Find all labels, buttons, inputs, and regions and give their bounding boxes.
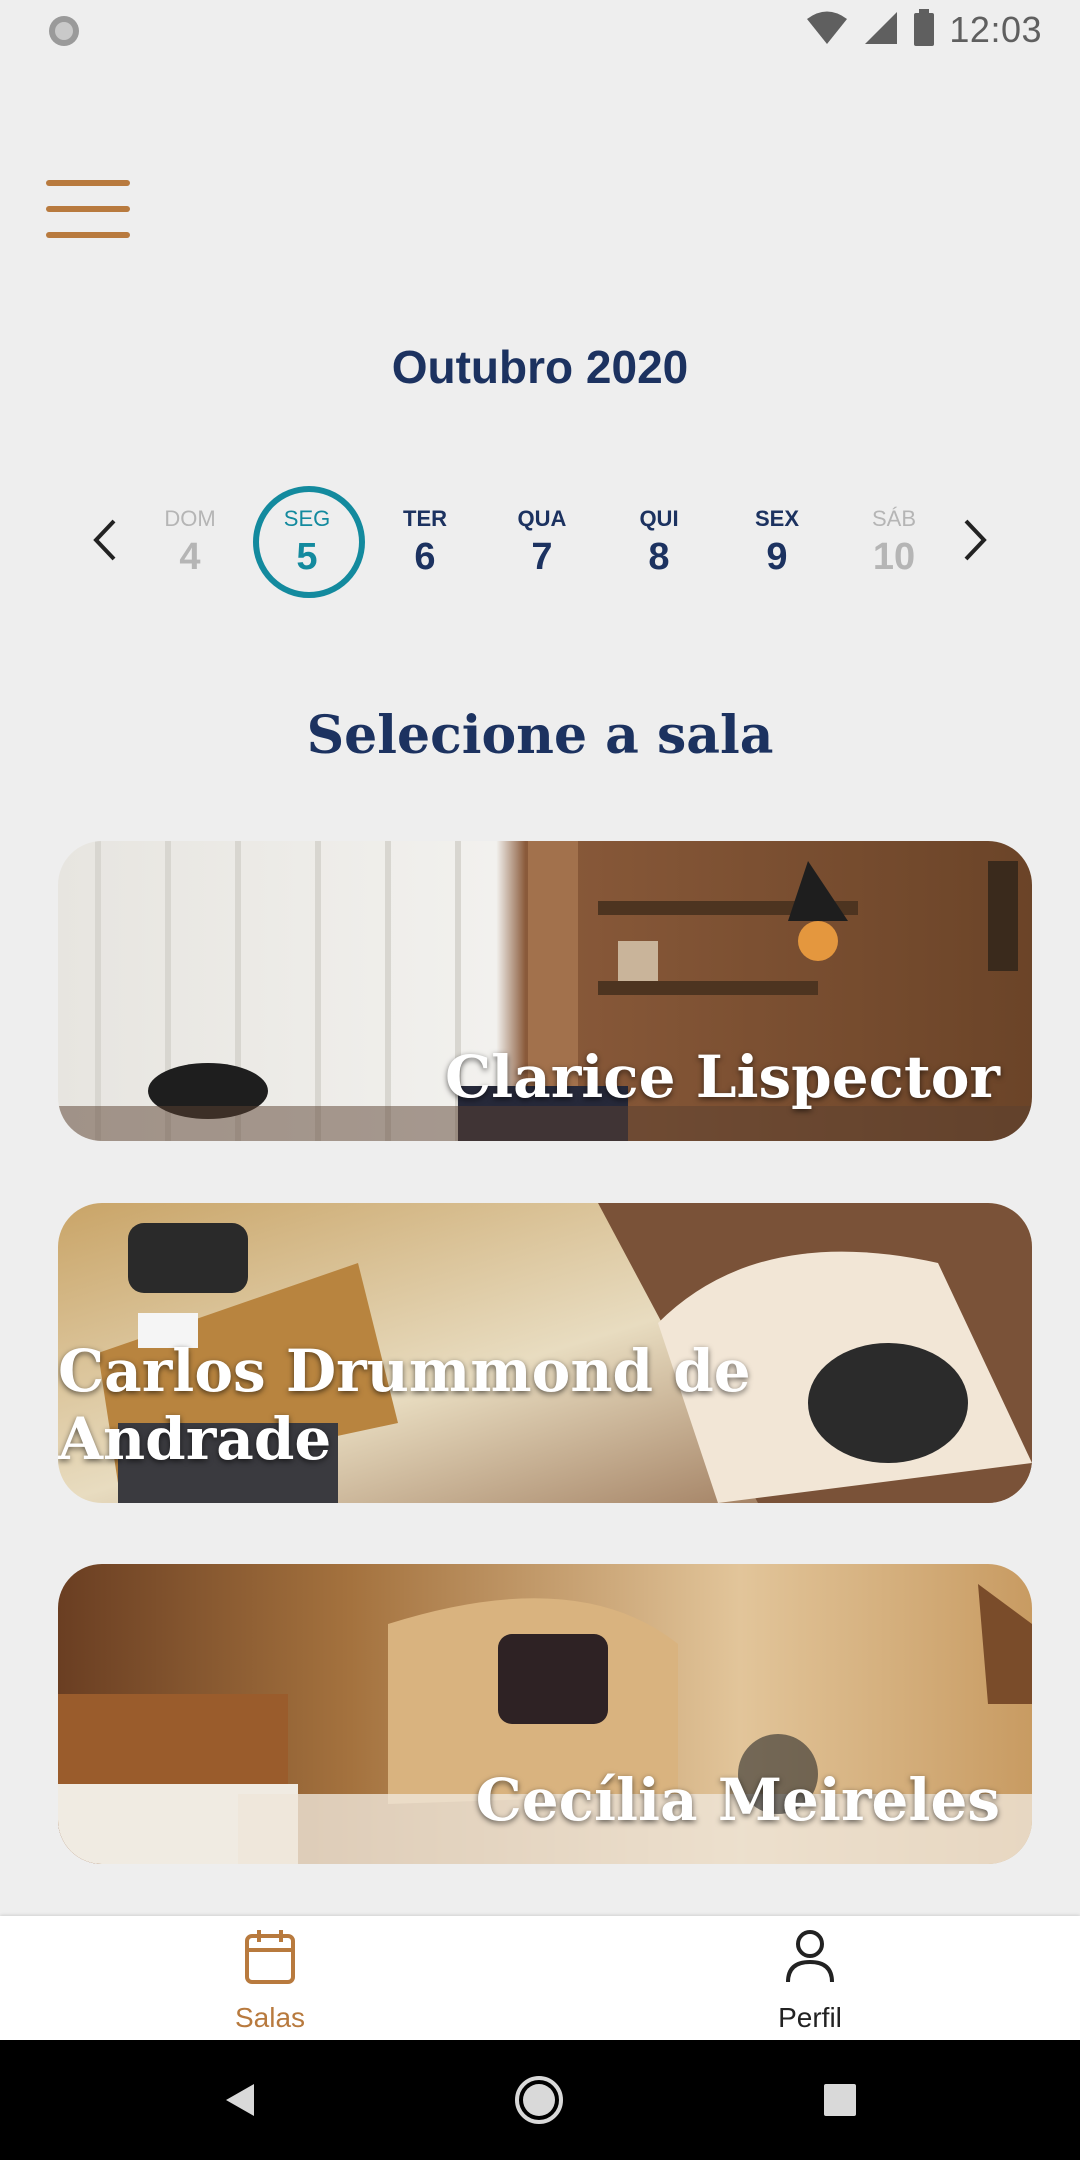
status-time: 12:03 [949, 9, 1042, 50]
day-saturday[interactable]: SÁB 10 [842, 486, 946, 594]
room-card[interactable]: Clarice Lispector [58, 841, 1032, 1141]
month-title: Outubro 2020 [391, 341, 689, 393]
day-number: 4 [179, 536, 201, 578]
nav-label: Perfil [778, 2002, 842, 2033]
day-thursday[interactable]: QUI 8 [607, 486, 711, 594]
battery-icon [913, 8, 935, 52]
wifi-icon [805, 10, 849, 51]
selected-day-ring [253, 486, 365, 598]
day-number: 10 [872, 536, 916, 578]
room-name: Clarice Lispector [444, 1043, 1000, 1111]
nav-perfil[interactable]: Perfil [540, 1916, 1080, 2040]
day-number: 9 [766, 536, 788, 578]
day-of-week: TER [403, 506, 447, 531]
calendar-icon [244, 1928, 296, 1986]
home-icon[interactable] [509, 2070, 569, 2130]
day-number: 6 [414, 536, 436, 578]
hamburger-menu-icon[interactable] [46, 178, 132, 242]
day-of-week: DOM [164, 506, 216, 531]
day-tuesday[interactable]: TER 6 [373, 486, 477, 594]
day-number: 7 [531, 536, 553, 578]
chevron-left-icon[interactable] [80, 510, 130, 570]
sync-icon [46, 13, 82, 49]
day-monday[interactable]: SEG 5 [253, 486, 365, 598]
rooms-title: Selecione a sala [306, 705, 774, 766]
room-card[interactable]: Cecília Meireles [58, 1564, 1032, 1864]
room-name: Cecília Meireles [475, 1766, 1000, 1834]
day-of-week: QUA [517, 506, 567, 531]
room-name: Carlos Drummond de Andrade [58, 1337, 751, 1473]
recents-icon[interactable] [810, 2070, 870, 2130]
back-icon[interactable] [210, 2070, 270, 2130]
bottom-navigation: Salas Perfil [0, 1916, 1080, 2040]
week-selector: DOM 4 SEG 5 TER 6 QUA 7 QUI 8 SEX 9 SÁB … [0, 480, 1080, 600]
signal-icon [863, 10, 899, 51]
room-card[interactable]: Carlos Drummond de Andrade [58, 1203, 1032, 1503]
day-friday[interactable]: SEX 9 [725, 486, 829, 594]
day-of-week: QUI [639, 506, 679, 531]
day-sunday[interactable]: DOM 4 [138, 486, 242, 594]
system-navigation-bar [0, 2040, 1080, 2160]
day-number: 8 [648, 536, 670, 578]
nav-label: Salas [234, 2002, 306, 2033]
status-bar: 12:03 [0, 0, 1080, 60]
day-of-week: SEX [754, 506, 800, 531]
nav-salas[interactable]: Salas [0, 1916, 540, 2040]
person-icon [784, 1928, 836, 1986]
chevron-right-icon[interactable] [950, 510, 1000, 570]
day-of-week: SÁB [871, 506, 917, 531]
day-wednesday[interactable]: QUA 7 [490, 486, 594, 594]
